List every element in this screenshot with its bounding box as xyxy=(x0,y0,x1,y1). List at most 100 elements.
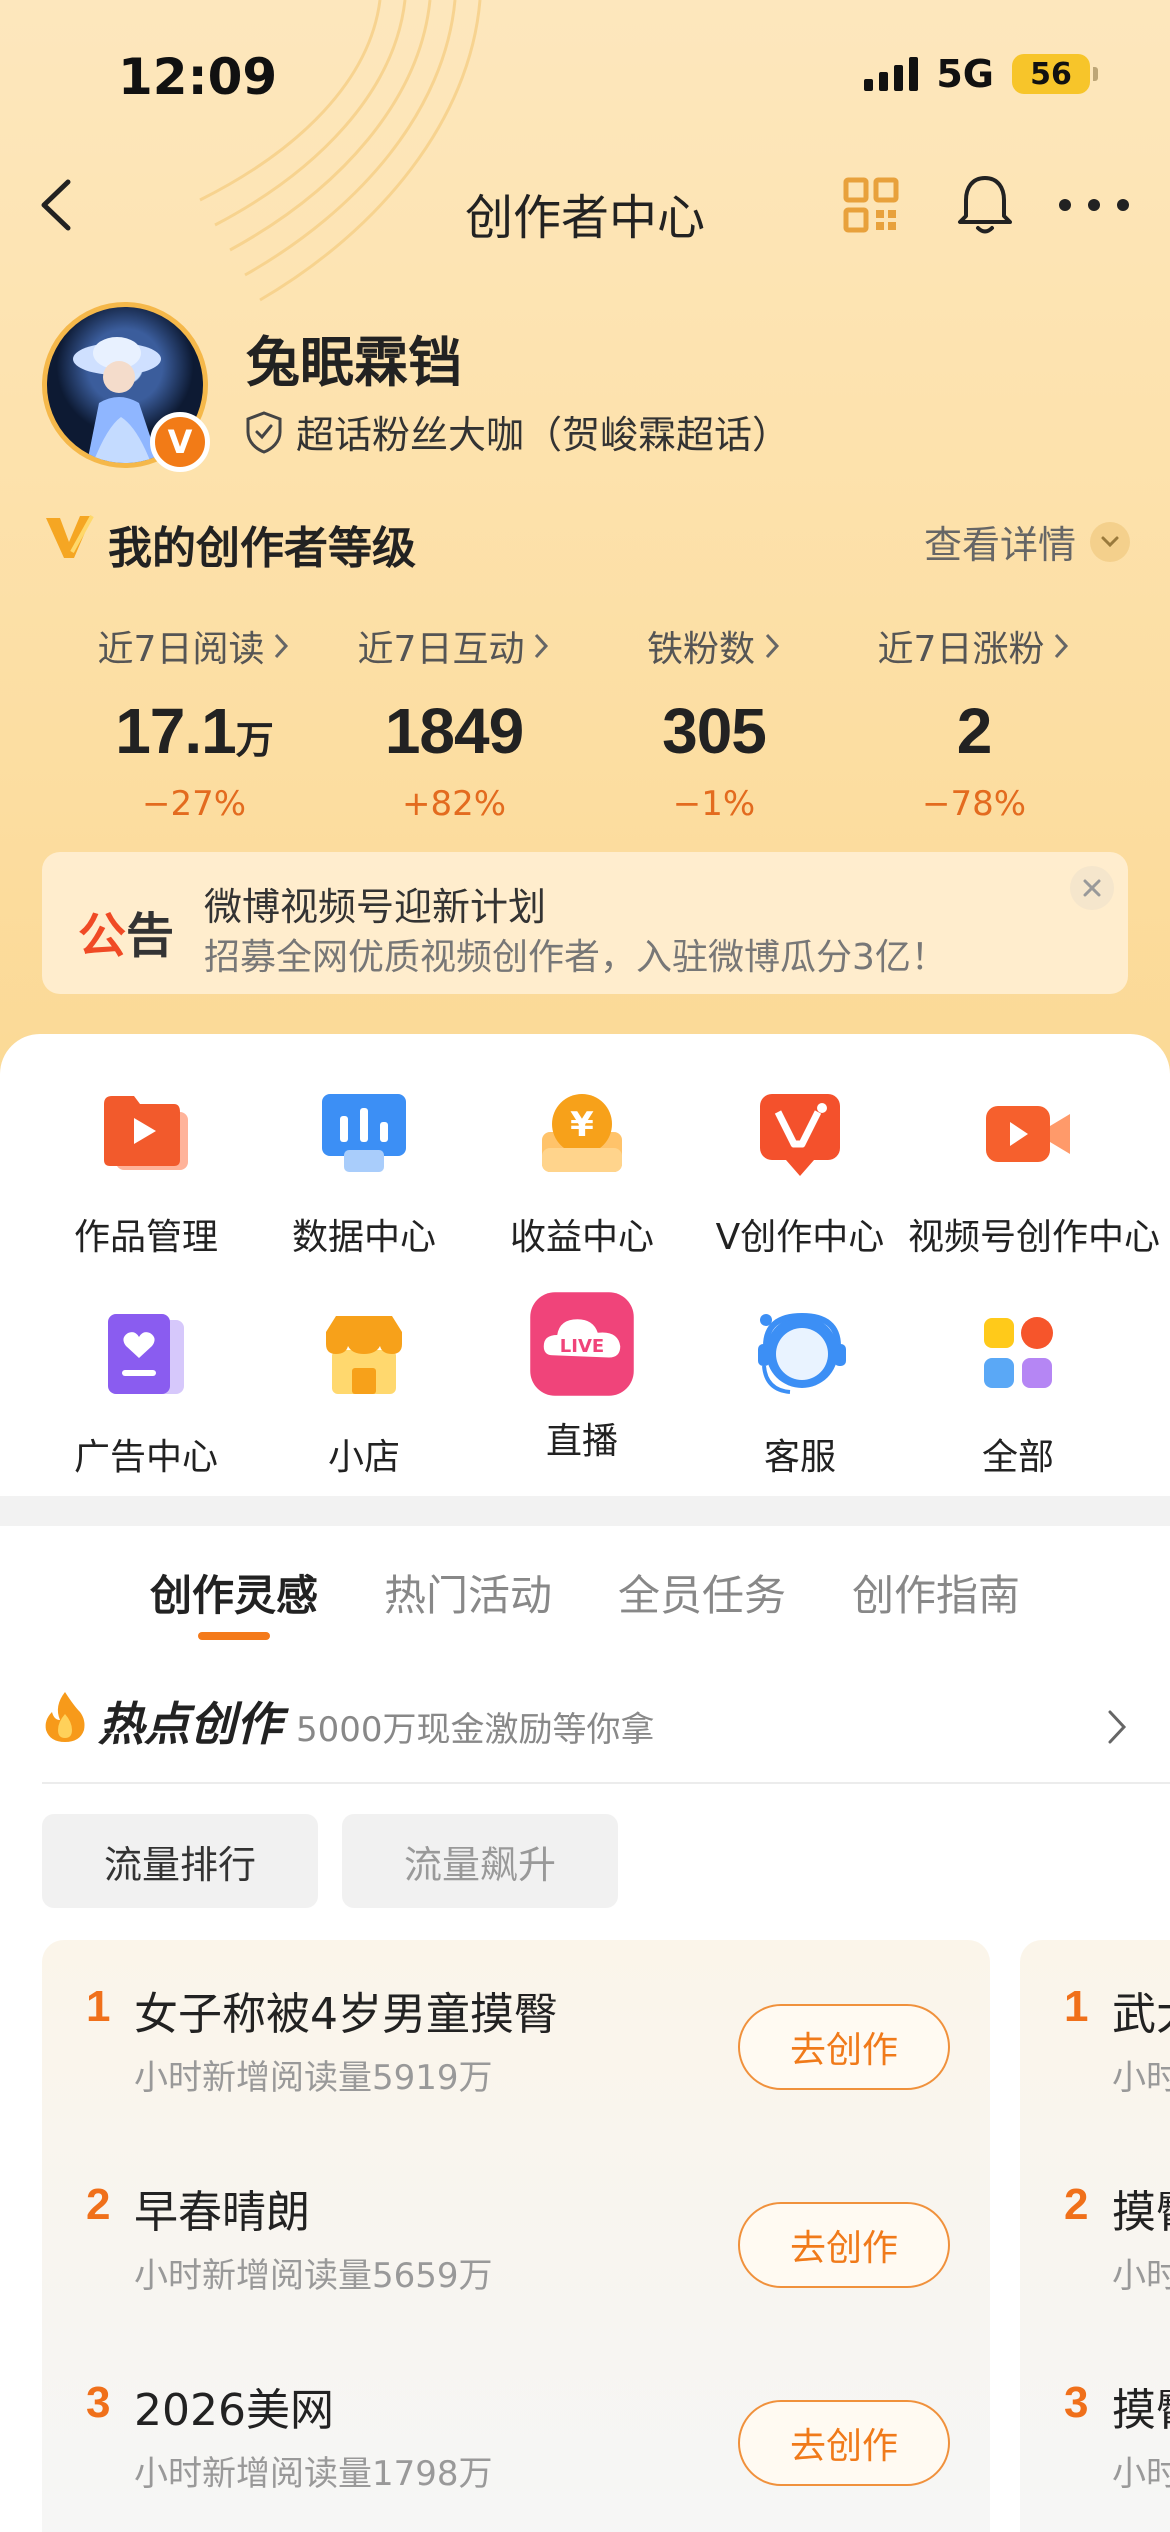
bell-icon[interactable] xyxy=(954,172,1016,236)
tool-customer-service[interactable]: 客服 xyxy=(690,1306,910,1480)
tool-works-management[interactable]: 作品管理 xyxy=(36,1086,256,1260)
tool-video-creation-center[interactable]: 视频号创作中心 xyxy=(908,1086,1161,1260)
svg-text:¥: ¥ xyxy=(570,1105,594,1145)
stat-unit: 万 xyxy=(235,720,274,762)
ranking-card: 1 女子称被4岁男童摸臀 小时新增阅读量5919万 去创作 2 早春晴朗 小时新… xyxy=(42,1940,990,2532)
verified-badge-icon: V xyxy=(150,412,210,472)
filter-traffic-surge[interactable]: 流量飙升 xyxy=(342,1814,618,1908)
stat-iron-fans[interactable]: 铁粉数 305 −1% xyxy=(584,620,844,824)
hot-creation-subtitle: 5000万现金激励等你拿 xyxy=(296,1710,655,1750)
shop-icon xyxy=(326,1316,402,1394)
announcement-subtitle: 招募全网优质视频创作者，入驻微博瓜分3亿！ xyxy=(204,937,947,978)
tool-label: 视频号创作中心 xyxy=(908,1217,1161,1258)
topic-title: 摸臀 xyxy=(1112,2187,1170,2238)
income-coin-icon: ¥ xyxy=(542,1094,622,1172)
tool-label: 客服 xyxy=(763,1437,836,1478)
create-button[interactable]: 去创作 xyxy=(738,2004,950,2090)
network-type: 5G xyxy=(936,52,994,96)
topic-reads: 小时新增阅读量5919万 xyxy=(134,2058,493,2098)
announcement-tag-char: 告 xyxy=(126,908,175,964)
chevron-right-icon[interactable] xyxy=(1106,1708,1128,1746)
tab-hot-activities[interactable]: 热门活动 xyxy=(384,1562,552,1623)
customer-service-icon xyxy=(758,1312,846,1394)
live-icon-text: LIVE xyxy=(560,1336,604,1357)
announcement-title: 微博视频号迎新计划 xyxy=(204,885,547,929)
status-indicators: 5G 56 xyxy=(864,52,1098,96)
stat-label: 铁粉数 xyxy=(646,629,755,670)
user-name[interactable]: 兔眠霖铛 xyxy=(246,318,462,397)
stat-value: 17.1 xyxy=(115,695,237,767)
stat-interactions[interactable]: 近7日互动 1849 +82% xyxy=(324,620,584,824)
tool-data-center[interactable]: 数据中心 xyxy=(254,1086,474,1260)
rank-number: 3 xyxy=(86,2378,111,2427)
announcement-tag: 公告 xyxy=(78,896,174,966)
topic-title: 武大 xyxy=(1112,1989,1170,2040)
list-item[interactable]: 1 女子称被4岁男童摸臀 小时新增阅读量5919万 去创作 xyxy=(42,1940,990,2120)
qr-code-icon[interactable] xyxy=(842,176,900,234)
data-chart-icon xyxy=(322,1094,406,1172)
shield-icon xyxy=(246,410,282,454)
stat-reads[interactable]: 近7日阅读 17.1万 −27% xyxy=(64,620,324,824)
close-icon[interactable] xyxy=(1070,866,1114,910)
tool-ad-center[interactable]: 广告中心 xyxy=(36,1306,256,1480)
tab-creation-guide[interactable]: 创作指南 xyxy=(852,1562,1020,1623)
stat-label: 近7日互动 xyxy=(357,629,525,670)
announcement-tag-char: 公 xyxy=(78,908,127,964)
tab-all-member-tasks[interactable]: 全员任务 xyxy=(618,1562,786,1623)
tool-label: 广告中心 xyxy=(73,1437,218,1478)
hot-creation-title: 热点创作 xyxy=(98,1697,282,1751)
view-details-label: 查看详情 xyxy=(923,523,1076,567)
list-item[interactable]: 3 2026美网 小时新增阅读量1798万 去创作 xyxy=(42,2336,990,2516)
tool-v-creation-center[interactable]: V创作中心 xyxy=(690,1086,910,1260)
live-icon: LIVE xyxy=(530,1292,634,1396)
announcement-banner[interactable]: 公告 微博视频号迎新计划 招募全网优质视频创作者，入驻微博瓜分3亿！ xyxy=(42,852,1128,994)
stat-label: 近7日阅读 xyxy=(97,629,265,670)
flame-icon xyxy=(45,1692,85,1742)
tool-label: 收益中心 xyxy=(509,1217,654,1258)
chevron-down-icon xyxy=(1090,521,1130,562)
ranking-card-next[interactable]: 1 武大 小时 2 摸臀 小时 3 摸臀 小时 xyxy=(1020,1940,1170,2532)
topic-title: 早春晴朗 xyxy=(134,2187,310,2238)
chevron-right-icon xyxy=(535,633,549,659)
tab-creation-inspiration[interactable]: 创作灵感 xyxy=(150,1562,318,1623)
cellular-signal-icon xyxy=(864,57,919,91)
rank-number: 1 xyxy=(1064,1982,1089,2031)
topic-reads: 小时新增阅读量5659万 xyxy=(134,2256,493,2296)
tool-label: V创作中心 xyxy=(715,1217,885,1258)
stat-value: 2 xyxy=(956,695,993,767)
creator-level-v-icon xyxy=(46,515,94,558)
creator-stats: 近7日阅读 17.1万 −27% 近7日互动 1849 +82% 铁粉数 305… xyxy=(0,620,1170,824)
chevron-right-icon xyxy=(275,633,289,659)
create-button[interactable]: 去创作 xyxy=(738,2202,950,2288)
user-badge[interactable]: 超话粉丝大咖（贺峻霖超话） xyxy=(244,404,790,459)
tool-income-center[interactable]: ¥ 收益中心 xyxy=(472,1086,692,1260)
list-item[interactable]: 2 早春晴朗 小时新增阅读量5659万 去创作 xyxy=(42,2138,990,2318)
filter-traffic-ranking[interactable]: 流量排行 xyxy=(42,1814,318,1908)
stat-change: −27% xyxy=(141,784,247,824)
topic-reads: 小时 xyxy=(1112,2058,1170,2098)
stat-change: −1% xyxy=(672,784,756,824)
rank-number: 2 xyxy=(86,2180,111,2229)
chevron-right-icon xyxy=(765,633,780,659)
tool-all[interactable]: 全部 xyxy=(908,1306,1128,1480)
stat-value: 305 xyxy=(662,695,767,767)
badge-text: 超话粉丝大咖（贺峻霖超话） xyxy=(296,413,791,457)
topic-title: 2026美网 xyxy=(134,2385,334,2436)
tool-label: 全部 xyxy=(981,1437,1054,1478)
topic-reads: 小时 xyxy=(1112,2454,1170,2494)
tool-live[interactable]: LIVE 直播 xyxy=(472,1290,692,1464)
rank-number: 1 xyxy=(86,1982,111,2031)
stat-new-fans[interactable]: 近7日涨粉 2 −78% xyxy=(844,620,1104,824)
creator-tools-panel: 作品管理 数据中心 ¥ 收益中心 V创作中心 视频号创作中心 广告中心 小店 L… xyxy=(0,1034,1170,1494)
rank-number: 3 xyxy=(1064,2378,1089,2427)
status-time: 12:09 xyxy=(118,48,278,106)
view-details-button[interactable]: 查看详情 xyxy=(924,514,1130,569)
more-icon[interactable] xyxy=(1056,196,1132,214)
rank-number: 2 xyxy=(1064,2180,1089,2229)
stat-change: +82% xyxy=(401,784,507,824)
stat-value: 1849 xyxy=(384,695,524,767)
tool-label: 直播 xyxy=(545,1421,618,1462)
creator-level-title: 我的创作者等级 xyxy=(108,523,416,574)
create-button[interactable]: 去创作 xyxy=(738,2400,950,2486)
tool-shop[interactable]: 小店 xyxy=(254,1306,474,1480)
